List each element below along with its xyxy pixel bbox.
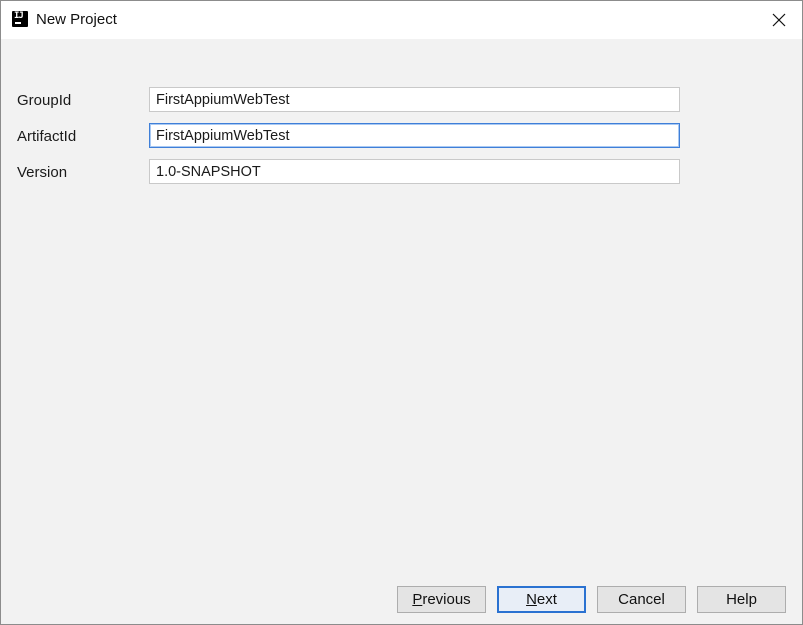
title-bar[interactable]: IJ New Project <box>1 1 802 39</box>
previous-mnemonic: P <box>412 591 423 608</box>
next-label-rest: ext <box>536 591 557 608</box>
previous-button[interactable]: Previous <box>397 586 486 613</box>
next-mnemonic: N <box>526 591 537 608</box>
artifact-id-label: ArtifactId <box>17 128 77 145</box>
close-icon <box>772 13 786 27</box>
artifact-id-input[interactable] <box>149 123 680 148</box>
next-button[interactable]: Next <box>497 586 586 613</box>
version-input[interactable] <box>149 159 680 184</box>
window-title: New Project <box>36 11 117 28</box>
cancel-button[interactable]: Cancel <box>597 586 686 613</box>
previous-label-rest: revious <box>422 591 471 608</box>
close-button[interactable] <box>756 1 802 39</box>
group-id-input[interactable] <box>149 87 680 112</box>
group-id-label: GroupId <box>17 92 72 109</box>
new-project-dialog: IJ New Project GroupId ArtifactId Versio… <box>0 0 803 625</box>
version-label: Version <box>17 164 68 181</box>
help-button[interactable]: Help <box>697 586 786 613</box>
intellij-idea-icon: IJ <box>12 11 28 27</box>
